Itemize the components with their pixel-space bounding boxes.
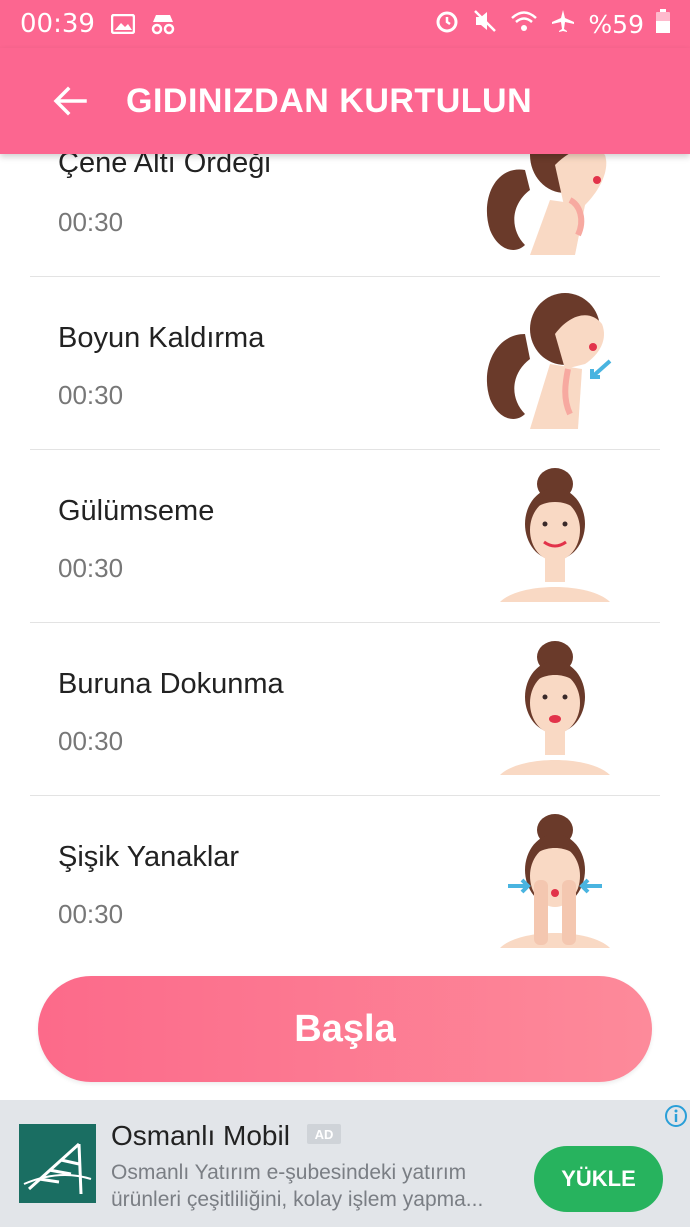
ad-app-logo	[19, 1124, 96, 1203]
list-item-exercise-3[interactable]: Gülümseme 00:30	[30, 450, 660, 623]
exercise-duration: 00:30	[58, 899, 124, 929]
exercise-illustration-chin-icon	[486, 154, 607, 255]
exercise-duration: 00:30	[58, 380, 124, 410]
start-button[interactable]: Başla	[38, 976, 652, 1082]
exercise-name: Çene Altı Ordeği	[58, 154, 271, 179]
ad-badge: AD	[307, 1124, 341, 1144]
arrow-left-icon	[53, 86, 87, 116]
status-time: 00:39	[20, 9, 95, 39]
exercise-illustration-smile-icon	[500, 468, 610, 602]
battery-icon	[656, 8, 670, 40]
airplane-mode-icon	[550, 8, 576, 41]
list-item-exercise-1[interactable]: Çene Altı Ordeği 00:30	[30, 154, 660, 277]
exercise-duration: 00:30	[58, 553, 124, 583]
exercise-illustration-neck-icon	[486, 293, 612, 429]
ad-banner[interactable]: Osmanlı Mobil AD Osmanlı Yatırım e-şubes…	[0, 1100, 690, 1227]
page-title: GIDINIZDAN KURTULUN	[126, 81, 533, 120]
exercise-duration: 00:30	[58, 726, 124, 756]
exercise-duration: 00:30	[58, 207, 124, 237]
bridge-logo-icon	[23, 1142, 92, 1195]
exercise-name: Boyun Kaldırma	[58, 322, 265, 354]
exercise-name: Buruna Dokunma	[58, 668, 284, 700]
list-item-exercise-2[interactable]: Boyun Kaldırma 00:30	[30, 277, 660, 450]
ad-description: Osmanlı Yatırım e-şubesindeki yatırım ür…	[111, 1161, 484, 1211]
exercise-name: Gülümseme	[58, 495, 215, 527]
info-icon[interactable]	[664, 1104, 688, 1128]
status-bar: 00:39 %59	[0, 0, 690, 48]
back-button[interactable]	[30, 61, 110, 141]
exercise-illustration-cheeks-icon	[500, 814, 610, 948]
exercise-illustration-nose-icon	[500, 641, 610, 775]
list-item-exercise-5[interactable]: Şişik Yanaklar 00:30	[30, 796, 660, 964]
mute-icon	[472, 8, 498, 41]
exercise-name: Şişik Yanaklar	[58, 841, 240, 873]
exercise-list[interactable]: Çene Altı Ordeği 00:30 Boyun Kaldırma 00…	[0, 154, 690, 964]
app-bar: GIDINIZDAN KURTULUN	[0, 48, 690, 154]
wifi-icon	[510, 9, 538, 40]
alarm-icon	[434, 8, 460, 41]
image-notification-icon	[110, 14, 135, 34]
battery-percentage: %59	[588, 9, 644, 39]
ad-title: Osmanlı Mobil	[111, 1120, 290, 1151]
incognito-icon	[149, 13, 177, 35]
list-item-exercise-4[interactable]: Buruna Dokunma 00:30	[30, 623, 660, 796]
install-button[interactable]: YÜKLE	[534, 1146, 663, 1212]
